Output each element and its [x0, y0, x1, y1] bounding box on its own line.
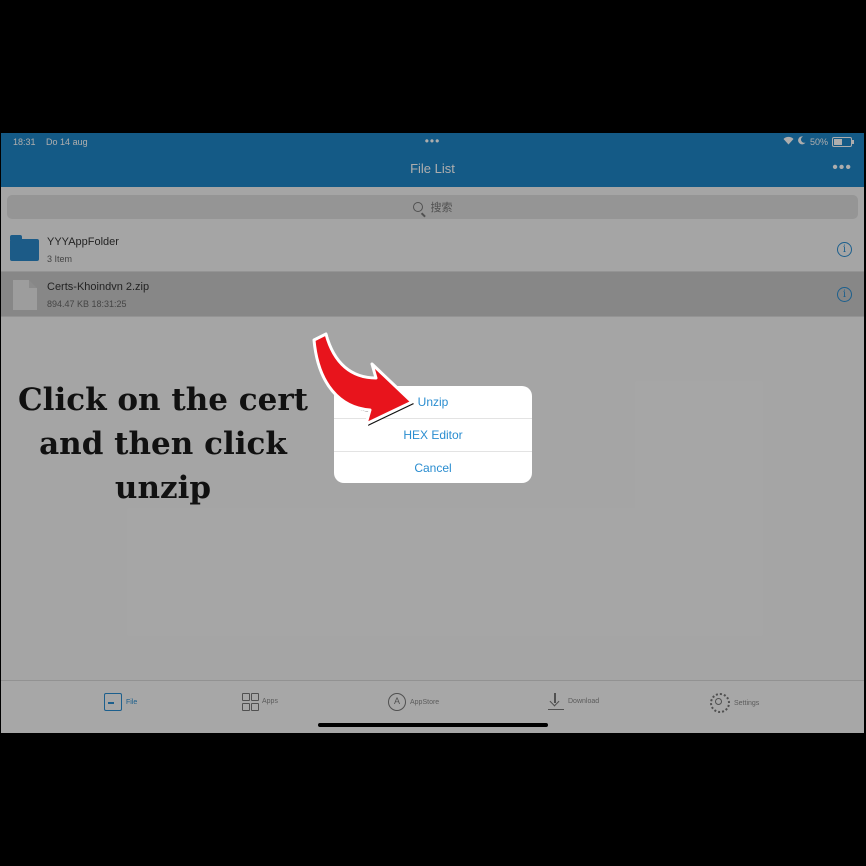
- caption-line: and then click: [39, 426, 287, 462]
- caption-line: unzip: [114, 470, 212, 506]
- caption-line: Click on the cert: [18, 382, 309, 418]
- red-arrow-icon: [312, 332, 414, 426]
- cancel-button[interactable]: Cancel: [334, 452, 532, 483]
- home-indicator[interactable]: [318, 723, 548, 727]
- tutorial-caption: Click on the cert and then click unzip: [18, 378, 308, 510]
